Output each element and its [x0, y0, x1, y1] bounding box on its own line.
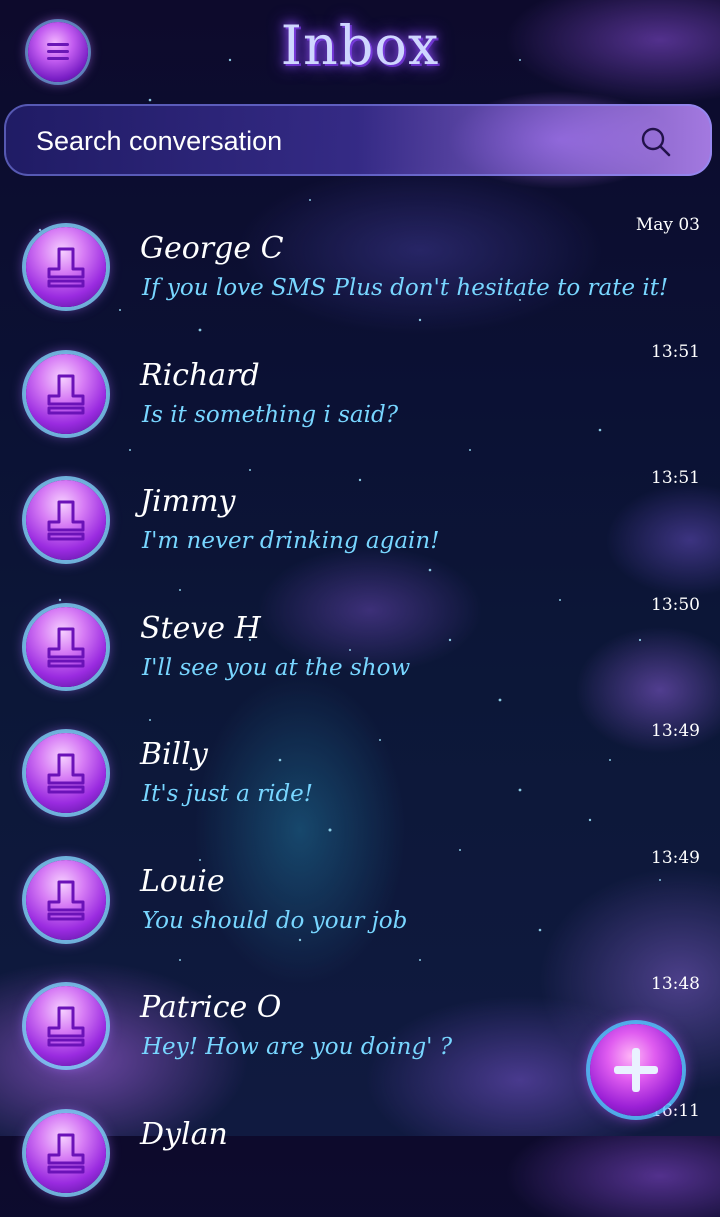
contact-name: Patrice O — [140, 990, 281, 1025]
contact-name: Steve H — [140, 611, 261, 646]
contact-icon — [46, 372, 86, 416]
contact-name: Billy — [140, 737, 208, 772]
contact-icon — [46, 245, 86, 289]
message-preview: You should do your job — [142, 908, 407, 934]
page-title: Inbox — [0, 14, 720, 77]
search-bar[interactable]: Search conversation — [4, 104, 712, 176]
contact-name: Richard — [140, 358, 260, 393]
timestamp: 13:48 — [651, 974, 700, 994]
contact-name: Jimmy — [140, 484, 235, 519]
search-icon[interactable] — [640, 126, 672, 158]
timestamp: 13:49 — [651, 848, 700, 868]
avatar[interactable] — [26, 1113, 106, 1193]
timestamp: May 03 — [636, 215, 700, 235]
conversation-row[interactable]: Steve H I'll see you at the show 13:50 — [0, 585, 720, 712]
timestamp: 13:50 — [651, 595, 700, 615]
contact-icon — [46, 1004, 86, 1048]
avatar[interactable] — [26, 986, 106, 1066]
message-preview: If you love SMS Plus don't hesitate to r… — [142, 275, 668, 301]
conversation-row[interactable]: Jimmy I'm never drinking again! 13:51 — [0, 458, 720, 585]
contact-name: Louie — [140, 864, 225, 899]
message-preview: Is it something i said? — [142, 402, 398, 428]
contact-icon — [46, 751, 86, 795]
contact-name: George C — [140, 231, 284, 266]
timestamp: 13:51 — [651, 468, 700, 488]
avatar[interactable] — [26, 227, 106, 307]
conversation-row[interactable]: Richard Is it something i said? 13:51 — [0, 332, 720, 459]
conversation-row[interactable]: George C If you love SMS Plus don't hesi… — [0, 205, 720, 332]
search-input[interactable]: Search conversation — [36, 126, 282, 157]
contact-icon — [46, 878, 86, 922]
message-preview: Hey! How are you doing' ? — [142, 1034, 452, 1060]
contact-name: Dylan — [140, 1117, 228, 1152]
conversation-row[interactable]: Billy It's just a ride! 13:49 — [0, 711, 720, 838]
contact-icon — [46, 625, 86, 669]
app-header: Inbox — [0, 0, 720, 100]
timestamp: 13:51 — [651, 342, 700, 362]
timestamp: 13:49 — [651, 721, 700, 741]
avatar[interactable] — [26, 354, 106, 434]
new-message-button[interactable] — [590, 1024, 682, 1116]
contact-icon — [46, 1131, 86, 1175]
avatar[interactable] — [26, 607, 106, 687]
message-preview: I'll see you at the show — [142, 655, 410, 681]
contact-icon — [46, 498, 86, 542]
avatar[interactable] — [26, 860, 106, 940]
message-preview: It's just a ride! — [142, 781, 313, 807]
conversation-row[interactable]: Louie You should do your job 13:49 — [0, 838, 720, 965]
avatar[interactable] — [26, 480, 106, 560]
avatar[interactable] — [26, 733, 106, 813]
message-preview: I'm never drinking again! — [142, 528, 439, 554]
